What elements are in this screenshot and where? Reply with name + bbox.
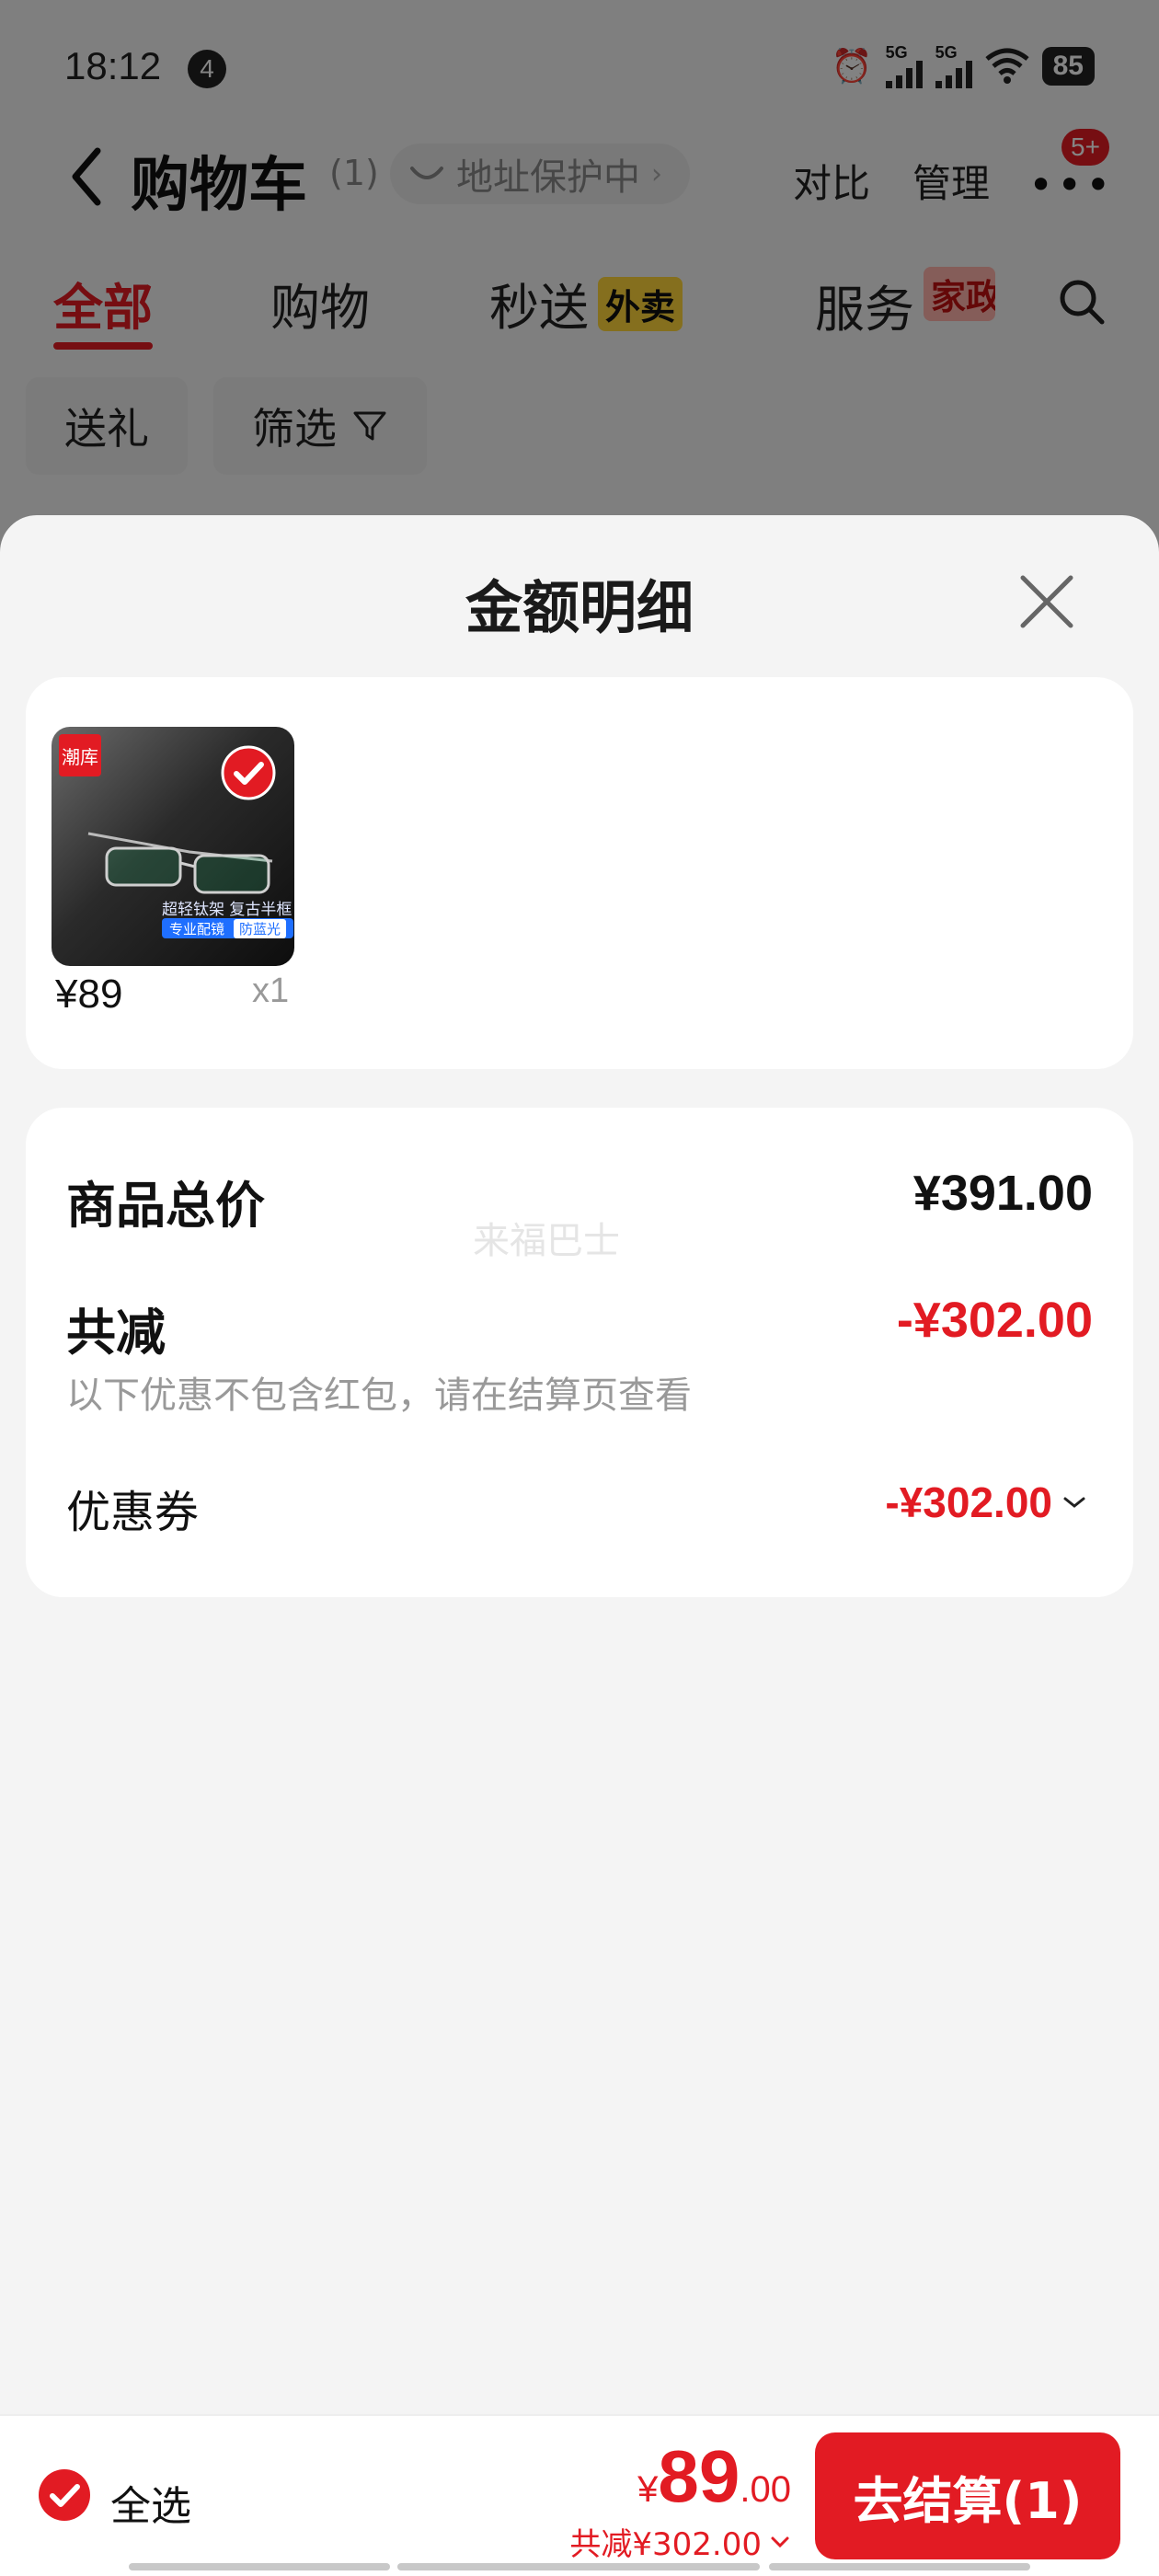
amount-detail-sheet: 金额明细 潮库 超轻钛架 复古半框 专业配镜 防蓝光 ¥89 x1 商品总价 ¥… (0, 515, 1159, 2576)
brand-logo: 潮库 (59, 734, 101, 776)
coupon-toggle[interactable]: -¥302.00 (885, 1478, 1087, 1527)
feature-bar-label: 专业配镜 (169, 920, 225, 937)
select-all-label[interactable]: 全选 (110, 2473, 191, 2532)
reduction-summary-toggle[interactable]: 共减¥302.00 (569, 2519, 791, 2564)
gesture-bar (397, 2563, 760, 2570)
select-all-checkbox[interactable] (37, 2467, 92, 2523)
total-price-value: ¥391.00 (912, 1166, 1093, 1221)
product-feature-bar: 专业配镜 防蓝光 (162, 918, 294, 938)
chevron-down-icon (1063, 1497, 1085, 1508)
item-quantity: x1 (252, 972, 290, 1010)
price-decimal: .00 (740, 2469, 791, 2510)
checkout-button[interactable]: 去结算(1) (815, 2432, 1120, 2559)
gesture-bar (129, 2563, 390, 2570)
total-price-label: 商品总价 (66, 1177, 265, 1235)
checkout-bar: 全选 ¥ 89 .00 共减¥302.00 去结算(1) (0, 2414, 1159, 2576)
total-payable-price: ¥ 89 .00 (637, 2434, 791, 2519)
price-currency: ¥ (637, 2469, 659, 2510)
reduction-value: -¥302.00 (896, 1293, 1093, 1348)
product-thumbnail[interactable]: 潮库 超轻钛架 复古半框 专业配镜 防蓝光 (52, 727, 294, 966)
glasses-image (87, 832, 273, 894)
feature-pill: 防蓝光 (234, 918, 287, 938)
item-price: ¥89 (55, 972, 123, 1017)
item-selected-check-icon[interactable] (221, 745, 276, 800)
watermark: 来福巴士 (473, 1220, 620, 1262)
price-integer: 89 (658, 2435, 740, 2517)
sheet-title: 金额明细 (465, 574, 694, 641)
product-caption: 超轻钛架 复古半框 (162, 901, 293, 919)
item-list-card: 潮库 超轻钛架 复古半框 专业配镜 防蓝光 ¥89 x1 (26, 677, 1133, 1069)
price-summary-card: 商品总价 ¥391.00 来福巴士 共减 -¥302.00 以下优惠不包含红包，… (26, 1108, 1133, 1597)
coupon-value: -¥302.00 (885, 1478, 1052, 1526)
gesture-bar (769, 2563, 1030, 2570)
reduction-note: 以下优惠不包含红包，请在结算页查看 (66, 1374, 692, 1417)
coupon-label: 优惠券 (66, 1487, 200, 1538)
reduction-label: 共减 (66, 1304, 166, 1362)
close-icon[interactable] (1012, 567, 1082, 637)
chevron-down-icon (771, 2536, 789, 2547)
reduction-summary: 共减¥302.00 (569, 2526, 762, 2563)
modal-dim-overlay[interactable] (0, 0, 1159, 570)
